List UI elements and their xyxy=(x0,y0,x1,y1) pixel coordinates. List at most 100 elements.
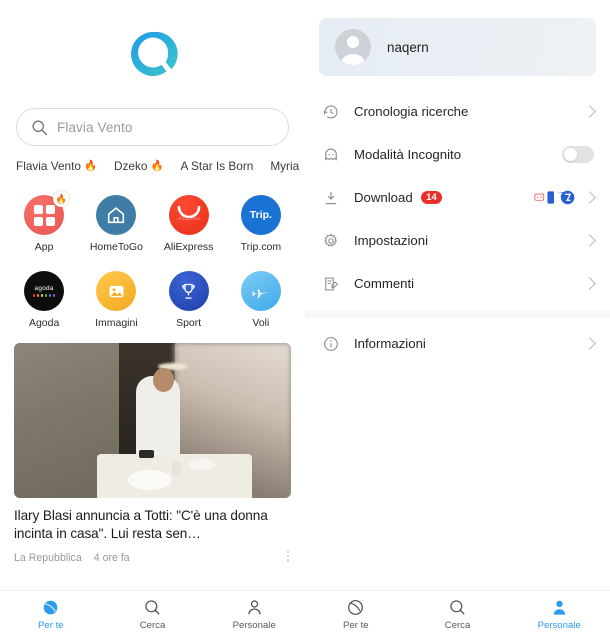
dual-screen-container: Flavia Vento Flavia Vento 🔥 Dzeko 🔥 A St… xyxy=(0,0,610,637)
nav-item-personale[interactable]: Personale xyxy=(203,591,305,637)
transfer-2-icon: 2 xyxy=(547,190,575,205)
svg-text:2: 2 xyxy=(561,192,565,199)
bottom-nav-left: Per te Cerca Personale xyxy=(0,591,305,637)
menu-item-trailing xyxy=(583,337,596,350)
nav-item-label: Personale xyxy=(537,620,581,631)
menu-item-download[interactable]: Download 14 2 xyxy=(305,176,610,219)
search-icon xyxy=(32,119,47,135)
menu-item-trailing xyxy=(583,105,596,118)
nav-item-label: Cerca xyxy=(139,620,166,631)
airplane-icon xyxy=(240,271,281,311)
chat-bubble-icon xyxy=(534,193,545,201)
news-timestamp: 4 ore fa xyxy=(93,551,130,564)
menu-item-search-history[interactable]: Cronologia ricerche xyxy=(305,90,610,133)
nav-item-cerca[interactable]: Cerca xyxy=(102,591,204,637)
nav-item-personale[interactable]: Personale xyxy=(508,591,610,637)
chevron-right-icon xyxy=(583,234,596,247)
section-divider xyxy=(305,310,610,318)
aliexpress-bag-icon: AliExpress xyxy=(168,195,209,235)
nav-item-per-te[interactable]: Per te xyxy=(0,591,102,637)
more-vertical-icon[interactable] xyxy=(286,550,289,562)
news-headline: Ilary Blasi annuncia a Totti: "C'è una d… xyxy=(14,508,268,541)
aliexpress-wordmark: AliExpress xyxy=(177,216,200,221)
flame-icon: 🔥 xyxy=(83,159,98,172)
comment-edit-icon xyxy=(321,274,340,293)
download-count-badge: 14 xyxy=(420,191,443,204)
app-label: Agoda xyxy=(28,317,60,329)
left-panel-search-home: Flavia Vento Flavia Vento 🔥 Dzeko 🔥 A St… xyxy=(0,0,305,637)
right-panel-personal-menu: naqern Cronologia ricerche Modalità Inco… xyxy=(305,0,610,637)
trending-label: Myria xyxy=(270,159,300,173)
search-placeholder: Flavia Vento xyxy=(57,119,133,135)
app-shortcut-agoda[interactable]: agoda Agoda xyxy=(8,263,80,329)
flame-icon: 🔥 xyxy=(150,159,164,172)
menu-item-label: Download xyxy=(354,190,413,205)
nav-item-label: Per te xyxy=(38,620,64,631)
app-row-1: 🔥 App HomeToGo AliExpress AliExpress Tri… xyxy=(8,187,297,253)
menu-list-secondary: Informazioni xyxy=(305,322,610,365)
news-thumbnail xyxy=(14,343,291,498)
chevron-right-icon xyxy=(583,277,596,290)
app-shortcut-immagini[interactable]: Immagini xyxy=(80,263,152,329)
nav-item-label: Per te xyxy=(343,620,369,631)
trending-label: A Star Is Born xyxy=(180,159,254,173)
planet-icon xyxy=(346,598,365,617)
app-label: Sport xyxy=(176,317,202,329)
chevron-right-icon xyxy=(583,105,596,118)
agoda-wordmark: agoda xyxy=(34,285,54,293)
menu-item-comments[interactable]: Commenti xyxy=(305,262,610,305)
nav-item-cerca[interactable]: Cerca xyxy=(407,591,509,637)
download-status-marks: 2 xyxy=(534,190,577,205)
flame-badge-icon: 🔥 xyxy=(53,191,70,207)
menu-list-primary: Cronologia ricerche Modalità Incognito D… xyxy=(305,90,610,305)
gear-icon xyxy=(321,231,340,250)
app-shortcut-tripcom[interactable]: Trip. Trip.com xyxy=(225,187,297,253)
incognito-toggle[interactable] xyxy=(562,146,594,163)
bottom-nav-right: Per te Cerca Personale xyxy=(305,591,610,637)
news-source: La Repubblica xyxy=(14,551,82,564)
menu-item-incognito[interactable]: Modalità Incognito xyxy=(305,133,610,176)
image-icon xyxy=(96,271,137,311)
qwant-logo-icon xyxy=(127,28,179,80)
avatar-person-icon xyxy=(335,29,371,65)
profile-username: naqern xyxy=(387,39,429,55)
nav-item-label: Personale xyxy=(232,620,276,631)
search-icon xyxy=(143,598,162,617)
profile-card[interactable]: naqern xyxy=(319,18,596,76)
trending-item[interactable]: A Star Is Born xyxy=(181,159,254,173)
app-label: AliExpress xyxy=(163,241,214,253)
app-shortcut-app[interactable]: 🔥 App xyxy=(8,187,80,253)
app-shortcut-grid: 🔥 App HomeToGo AliExpress AliExpress Tri… xyxy=(0,173,305,329)
menu-item-trailing: 2 xyxy=(534,190,596,205)
news-meta: La Repubblica 4 ore fa xyxy=(14,550,291,564)
trending-label: Flavia Vento xyxy=(16,159,81,173)
trending-item[interactable]: Flavia Vento 🔥 xyxy=(16,159,97,173)
app-label: Voli xyxy=(252,317,270,329)
menu-item-info[interactable]: Informazioni xyxy=(305,322,610,365)
search-input[interactable]: Flavia Vento xyxy=(16,108,289,146)
app-row-2: agoda Agoda Immagini Sport Voli xyxy=(8,263,297,329)
app-shortcut-sport[interactable]: Sport xyxy=(153,263,225,329)
ghost-incognito-icon xyxy=(321,145,340,164)
app-label: Trip.com xyxy=(240,241,282,253)
menu-item-trailing xyxy=(583,234,596,247)
app-shortcut-aliexpress[interactable]: AliExpress AliExpress xyxy=(153,187,225,253)
bottom-nav-bars: Per te Cerca Personale Per te Cerca Pers… xyxy=(0,590,610,637)
agoda-dots xyxy=(32,294,56,297)
person-filled-icon xyxy=(550,598,569,617)
logo-container xyxy=(0,0,305,108)
menu-item-settings[interactable]: Impostazioni xyxy=(305,219,610,262)
trending-item[interactable]: Myria xyxy=(270,159,299,173)
menu-item-label: Modalità Incognito xyxy=(354,147,462,162)
house-icon xyxy=(96,195,137,235)
chevron-right-icon xyxy=(583,191,596,204)
news-card[interactable]: Ilary Blasi annuncia a Totti: "C'è una d… xyxy=(14,343,291,564)
app-shortcut-hometogo[interactable]: HomeToGo xyxy=(80,187,152,253)
app-shortcut-voli[interactable]: Voli xyxy=(225,263,297,329)
trending-item[interactable]: Dzeko 🔥 xyxy=(114,159,164,173)
nav-item-per-te[interactable]: Per te xyxy=(305,591,407,637)
trending-row: Flavia Vento 🔥 Dzeko 🔥 A Star Is Born My… xyxy=(0,146,305,173)
menu-item-trailing xyxy=(583,277,596,290)
chevron-right-icon xyxy=(583,337,596,350)
planet-icon xyxy=(41,598,60,617)
